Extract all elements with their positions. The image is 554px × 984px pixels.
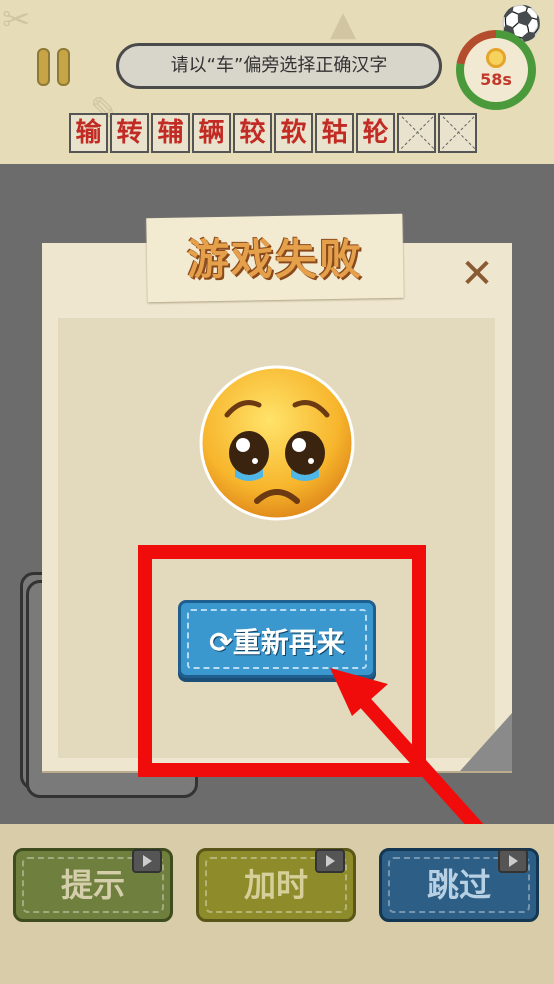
video-ad-icon	[498, 849, 528, 873]
video-ad-icon	[132, 849, 162, 873]
skip-button[interactable]: 跳过	[379, 848, 539, 922]
video-ad-icon	[315, 849, 345, 873]
add-time-button[interactable]: 加时	[196, 848, 356, 922]
hint-button[interactable]: 提示	[13, 848, 173, 922]
